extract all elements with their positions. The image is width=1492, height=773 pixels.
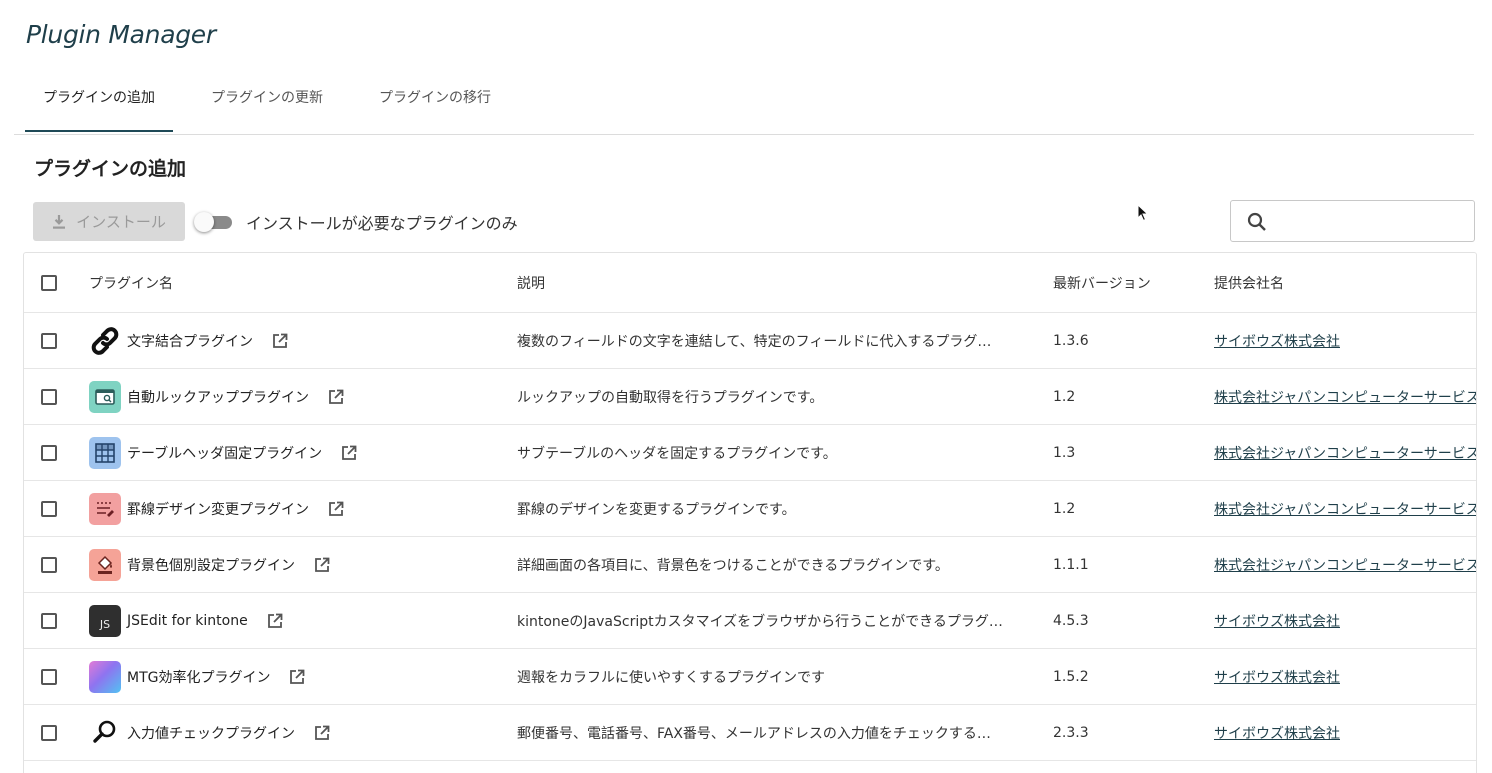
row-checkbox[interactable] xyxy=(41,388,57,405)
row-checkbox[interactable] xyxy=(41,724,57,741)
plugin-description: kintoneのJavaScriptカスタマイズをブラウザから行うことができるプ… xyxy=(517,613,1003,630)
row-checkbox[interactable] xyxy=(41,556,57,573)
vendor-link[interactable]: 株式会社ジャパンコンピューターサービス xyxy=(1214,502,1476,518)
tab-update-plugin[interactable]: プラグインの更新 xyxy=(193,72,341,132)
mouse-cursor-icon xyxy=(1137,204,1149,222)
row-checkbox[interactable] xyxy=(41,500,57,517)
tab-add-plugin[interactable]: プラグインの追加 xyxy=(25,72,173,132)
plugin-description: 複数のフィールドの文字を連結して、特定のフィールドに代入するプラグ… xyxy=(517,333,992,350)
plugin-name: 自動ルックアッププラグイン xyxy=(127,389,309,406)
external-link-icon[interactable] xyxy=(288,668,306,686)
row-checkbox[interactable] xyxy=(41,668,57,685)
header-vendor[interactable]: 提供会社名 xyxy=(1214,253,1476,313)
plugin-version: 1.1.1 xyxy=(1053,556,1089,573)
plugin-version: 2.3.3 xyxy=(1053,724,1089,741)
toggle-knob xyxy=(194,212,214,232)
vendor-link[interactable]: サイボウズ株式会社 xyxy=(1214,614,1340,630)
header-plugin-name[interactable]: プラグイン名 xyxy=(89,253,517,313)
external-link-icon[interactable] xyxy=(313,724,331,742)
download-icon xyxy=(53,214,66,229)
external-link-icon[interactable] xyxy=(340,444,358,462)
row-checkbox[interactable] xyxy=(41,332,57,349)
plugin-name: JSEdit for kintone xyxy=(127,612,248,629)
paint-bucket-icon xyxy=(89,548,121,581)
plugin-description: 詳細画面の各項目に、背景色をつけることができるプラグインです。 xyxy=(517,557,949,574)
plugin-description: 週報をカラフルに使いやすくするプラグインです xyxy=(517,669,825,686)
toggle-label: インストールが必要なプラグインのみ xyxy=(246,214,518,233)
plugin-version: 1.2 xyxy=(1053,500,1076,517)
table-row: 背景色個別設定プラグイン 詳細画面の各項目に、背景色をつけることができるプラグイ… xyxy=(24,537,1476,593)
plugin-name: 文字結合プラグイン xyxy=(127,333,253,350)
vendor-link[interactable]: 株式会社ジャパンコンピューターサービス xyxy=(1214,446,1476,462)
plugin-version: 4.5.3 xyxy=(1053,612,1089,629)
app-title: Plugin Manager xyxy=(26,20,216,49)
vendor-link[interactable]: サイボウズ株式会社 xyxy=(1214,334,1340,350)
external-link-icon[interactable] xyxy=(327,388,345,406)
section-title: プラグインの追加 xyxy=(34,158,187,180)
tabs-divider xyxy=(14,134,1474,135)
table-header-row: プラグイン名 説明 最新バージョン 提供会社名 xyxy=(24,253,1476,313)
install-button[interactable]: インストール xyxy=(33,202,185,241)
search-input[interactable] xyxy=(1277,207,1466,237)
vendor-link[interactable]: 株式会社ジャパンコンピューターサービス xyxy=(1214,390,1476,406)
plugin-name: 入力値チェックプラグイン xyxy=(127,725,295,742)
external-link-icon[interactable] xyxy=(313,556,331,574)
vendor-link[interactable]: サイボウズ株式会社 xyxy=(1214,726,1340,742)
search-icon xyxy=(1247,212,1266,231)
plugin-name: 罫線デザイン変更プラグイン xyxy=(127,501,309,518)
external-link-icon[interactable] xyxy=(327,500,345,518)
table-grid-icon xyxy=(89,436,121,469)
vendor-link[interactable]: サイボウズ株式会社 xyxy=(1214,670,1340,686)
js-icon-text: JS xyxy=(99,618,111,631)
table-row: 罫線デザイン変更プラグイン 罫線のデザインを変更するプラグインです。 1.2 株… xyxy=(24,481,1476,537)
table-row: JS JSEdit for kintone kintoneのJavaScript… xyxy=(24,593,1476,649)
table-row: 文字結合プラグイン 複数のフィールドの文字を連結して、特定のフィールドに代入する… xyxy=(24,313,1476,369)
plugin-version: 1.3.6 xyxy=(1053,332,1089,349)
plugin-description: 罫線のデザインを変更するプラグインです。 xyxy=(517,501,796,518)
auto-lookup-icon xyxy=(89,380,121,413)
header-description[interactable]: 説明 xyxy=(517,253,1053,313)
js-editor-icon: JS xyxy=(89,604,121,637)
plugin-table: プラグイン名 説明 最新バージョン 提供会社名 文字結合プラグイン 複数のフィー… xyxy=(23,252,1477,773)
table-row: 入力値チェックプラグイン 郵便番号、電話番号、FAX番号、メールアドレスの入力値… xyxy=(24,705,1476,761)
table-row: MTG効率化プラグイン 週報をカラフルに使いやすくするプラグインです 1.5.2… xyxy=(24,649,1476,705)
plugin-name: MTG効率化プラグイン xyxy=(127,669,271,686)
external-link-icon[interactable] xyxy=(271,332,289,350)
plugin-version: 1.2 xyxy=(1053,388,1076,405)
table-row: テーブルヘッダ固定プラグイン サブテーブルのヘッダを固定するプラグインです。 1… xyxy=(24,425,1476,481)
chain-link-icon xyxy=(89,325,121,357)
header-latest-version[interactable]: 最新バージョン xyxy=(1053,253,1214,313)
table-row: 自動ルックアッププラグイン ルックアップの自動取得を行うプラグインです。 1.2… xyxy=(24,369,1476,425)
plugin-version: 1.5.2 xyxy=(1053,668,1089,685)
gradient-tile-icon xyxy=(89,660,121,693)
row-checkbox[interactable] xyxy=(41,444,57,461)
plugin-description: 郵便番号、電話番号、FAX番号、メールアドレスの入力値をチェックする… xyxy=(517,725,991,742)
tab-bar: プラグインの追加 プラグインの更新 プラグインの移行 xyxy=(25,72,509,134)
search-box[interactable] xyxy=(1230,200,1475,242)
row-checkbox[interactable] xyxy=(41,612,57,629)
plugin-name: テーブルヘッダ固定プラグイン xyxy=(127,445,323,462)
tab-migrate-plugin[interactable]: プラグインの移行 xyxy=(361,72,509,132)
plugin-name: 背景色個別設定プラグイン xyxy=(127,557,295,574)
external-link-icon[interactable] xyxy=(266,612,284,630)
plugin-version: 1.3 xyxy=(1053,444,1076,461)
plugin-description: サブテーブルのヘッダを固定するプラグインです。 xyxy=(517,445,837,462)
border-design-icon xyxy=(89,492,121,525)
install-button-label: インストール xyxy=(76,214,166,231)
required-only-toggle[interactable] xyxy=(194,212,234,232)
plugin-description: ルックアップの自動取得を行うプラグインです。 xyxy=(517,389,824,406)
select-all-checkbox[interactable] xyxy=(41,274,57,291)
magnifier-check-icon xyxy=(89,717,121,749)
vendor-link[interactable]: 株式会社ジャパンコンピューターサービス xyxy=(1214,558,1476,574)
